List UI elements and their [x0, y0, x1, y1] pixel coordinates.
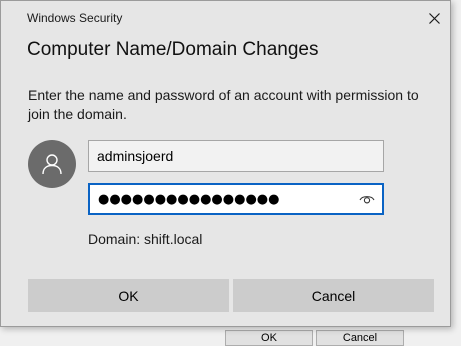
reveal-password-button[interactable]	[354, 187, 380, 211]
cancel-button[interactable]: Cancel	[233, 279, 434, 312]
user-icon	[42, 154, 62, 175]
password-field[interactable]	[90, 185, 352, 213]
ok-button[interactable]: OK	[28, 279, 229, 312]
background-cancel-button: Cancel	[316, 330, 404, 346]
avatar	[28, 140, 76, 188]
dialog-heading: Computer Name/Domain Changes	[27, 39, 319, 60]
domain-label: Domain: shift.local	[88, 231, 203, 247]
close-button[interactable]	[419, 5, 449, 31]
instructions-text: Enter the name and password of an accoun…	[28, 87, 419, 122]
eye-icon	[359, 196, 375, 204]
close-icon	[428, 12, 440, 24]
security-dialog: Windows Security Computer Name/Domain Ch…	[0, 0, 451, 327]
password-field-container	[88, 183, 384, 215]
username-field[interactable]	[88, 140, 384, 172]
background-ok-button: OK	[225, 330, 313, 346]
window-title: Windows Security	[27, 11, 123, 25]
